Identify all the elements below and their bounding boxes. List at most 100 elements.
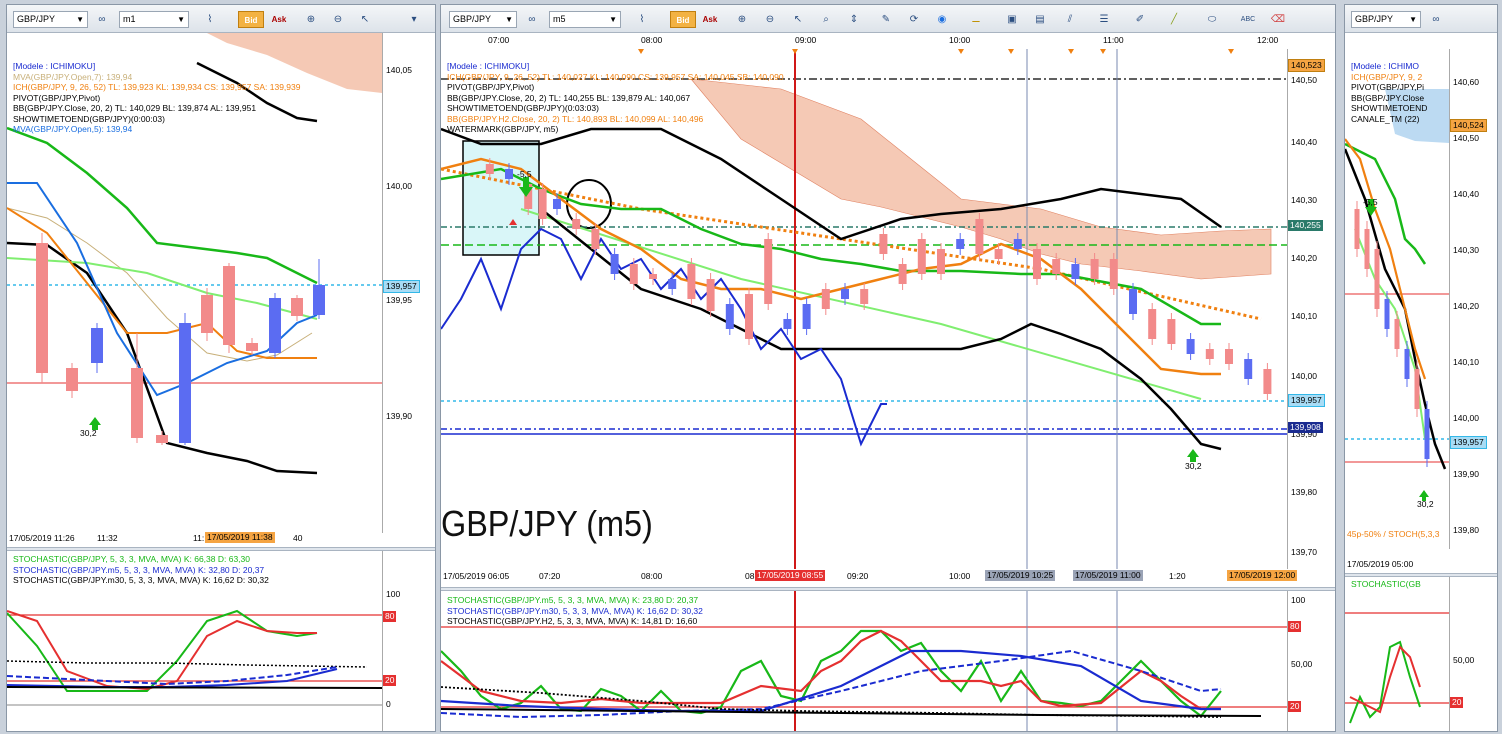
bid-button[interactable]: Bid	[670, 11, 696, 28]
candle-body	[1374, 249, 1380, 309]
chart-type-icon[interactable]: ⌇	[201, 11, 219, 28]
y-label: 100	[386, 589, 401, 599]
stochastic-axis: 50,00 20	[1449, 577, 1497, 731]
legend-pivot: PIVOT(GBP/JPY,Pivot)	[13, 92, 101, 103]
candle-body	[668, 279, 677, 289]
candle-body	[1263, 369, 1272, 394]
ask-button[interactable]: Ask	[268, 11, 290, 28]
image-icon[interactable]: ▣	[1003, 11, 1021, 28]
text-icon[interactable]: ABC	[1239, 11, 1257, 28]
candle-body	[313, 285, 325, 315]
symbol-value: GBP/JPY	[17, 14, 56, 24]
symbol-select[interactable]: GBP/JPY ▼	[1351, 11, 1421, 28]
x-label: 09:00	[795, 35, 817, 45]
edit-icon[interactable]: ✎	[877, 11, 895, 28]
y-label: 140,10	[1453, 357, 1479, 367]
pen-icon[interactable]: ✐	[1131, 11, 1149, 28]
candle-body	[1071, 264, 1080, 279]
y-label: 140,50	[1291, 75, 1317, 85]
timeframe-select[interactable]: m5 ▼	[549, 11, 621, 28]
candle-body	[179, 323, 191, 443]
legend-mva5: MVA(GBP/JPY.Open,5): 139,94	[13, 124, 133, 134]
main-toolbar: GBP/JPY ▼ ∞ m5 ▼ ⌇ Bid Ask ⊕ ⊖ ↖ ⌕ ⇕ ✎ ⟳ ◉…	[441, 5, 1335, 33]
link-icon[interactable]: ∞	[523, 11, 541, 28]
stoch-overlay-line	[441, 227, 887, 447]
legend-timetoend: SHOWTIMETOEND(GBP/JPY)(0:03:03)	[447, 103, 599, 113]
stoch-legend-m5: STOCHASTIC(GBP/JPY.m5, 5, 3, 3, MVA, MVA…	[13, 564, 265, 575]
link-icon[interactable]: ∞	[93, 11, 111, 28]
legend-timetoend: SHOWTIMETOEND	[1351, 103, 1428, 113]
candle-body	[860, 289, 869, 304]
legend-bb-h2: BB(GBP/JPY.H2.Close, 20, 2) TL: 140,893 …	[447, 113, 704, 124]
chevron-down-icon: ▼	[1409, 15, 1417, 24]
candle-body	[898, 264, 907, 284]
time-axis: 17/05/2019 11:26 11:32 11: 17/05/2019 11…	[7, 532, 435, 547]
zoom-out-icon[interactable]: ⊖	[761, 11, 779, 28]
zoom-in-icon[interactable]: ⊕	[733, 11, 751, 28]
bid-button[interactable]: Bid	[238, 11, 264, 28]
time-marker-icon	[638, 49, 644, 54]
candle-body	[553, 199, 561, 209]
y-label: 140,60	[1453, 77, 1479, 87]
price-chart[interactable]: [Modele : ICHIMOKU] ICH(GBP/JPY, 9, 26, …	[441, 49, 1287, 569]
candle-body	[821, 289, 830, 309]
ask-button[interactable]: Ask	[699, 11, 721, 28]
right-chart-window: GBP/JPY ▼ ∞ [Modele : ICHIMO ICH(GBP/JPY,…	[1344, 4, 1498, 732]
legend-bb: BB(GBP/JPY.Close	[1351, 92, 1425, 103]
stochastic-pane[interactable]: STOCHASTIC(GBP/JPY, 5, 3, 3, MVA, MVA) K…	[7, 551, 383, 731]
stoch-legend-m30: STOCHASTIC(GBP/JPY.m30, 5, 3, 3, MVA, MV…	[13, 575, 269, 585]
cursor-icon[interactable]: ↖	[789, 11, 807, 28]
cursor-icon[interactable]: ↖	[356, 11, 374, 28]
time-marker-icon	[1228, 49, 1234, 54]
candle-body	[131, 368, 143, 438]
candle-body	[1205, 349, 1214, 359]
x-time-tag: 17/05/2019 11:38	[205, 532, 275, 543]
candle-body	[917, 239, 926, 274]
price-chart[interactable]: [Modele : ICHIMOKU] MVA(GBP/JPY.Open,7):…	[7, 33, 382, 533]
candle-body	[725, 304, 734, 329]
candle-body	[572, 219, 581, 229]
stochastic-pane[interactable]: STOCHASTIC(GBP/JPY.m5, 5, 3, 3, MVA, MVA…	[441, 591, 1287, 731]
trendline-icon[interactable]: ╱	[1165, 11, 1183, 28]
legend-pivot: PIVOT(GBP/JPY,Pi	[1351, 82, 1425, 92]
y-label: 139,90	[1453, 469, 1479, 479]
legend-canale: CANALE_TM (22)	[1351, 113, 1420, 124]
timeframe-select[interactable]: m1 ▼	[119, 11, 189, 28]
magnifier-icon[interactable]: ⌕	[817, 11, 835, 28]
y-label: 140,50	[1453, 133, 1479, 143]
chart-type-icon[interactable]: ⌇	[633, 11, 651, 28]
top-time-axis: 07:00 08:00 09:00 10:00 11:00 12:00	[441, 35, 1281, 49]
stoch-k-line	[1349, 640, 1421, 724]
y-tag-20: 20	[383, 675, 397, 686]
price-chart[interactable]: [Modele : ICHIMO ICH(GBP/JPY, 9, 2 PIVOT…	[1345, 49, 1449, 549]
lines-icon[interactable]: ☰	[1095, 11, 1113, 28]
chevron-down-icon: ▼	[505, 15, 513, 24]
candle-body	[745, 294, 753, 339]
refresh-icon[interactable]: ⟳	[905, 11, 923, 28]
zoom-out-icon[interactable]: ⊖	[329, 11, 347, 28]
y-label: 140,00	[1291, 371, 1317, 381]
fibonacci-icon[interactable]: ⫽	[1061, 11, 1079, 28]
more-icon[interactable]: ▾	[405, 11, 423, 28]
indicator-legend: [Modele : ICHIMOKU] ICH(GBP/JPY, 9, 26, …	[447, 61, 784, 135]
candle-body	[706, 279, 715, 311]
globe-icon[interactable]: ◉	[933, 11, 951, 28]
ellipse-icon[interactable]: ⬭	[1203, 11, 1221, 28]
candle-body	[1090, 259, 1099, 279]
price-axis: 140,50 140,40 140,30 140,20 140,10 140,0…	[1287, 49, 1335, 569]
y-label: 139,90	[386, 411, 412, 421]
eraser-icon[interactable]: ⌫	[1269, 11, 1287, 28]
link-icon[interactable]: ∞	[1427, 11, 1445, 28]
symbol-select[interactable]: GBP/JPY ▼	[449, 11, 517, 28]
y-label: 140,40	[1291, 137, 1317, 147]
stochastic-pane[interactable]: STOCHASTIC(GB	[1345, 577, 1449, 731]
legend-model: [Modele : ICHIMO	[1351, 61, 1420, 71]
zoom-in-icon[interactable]: ⊕	[302, 11, 320, 28]
fit-icon[interactable]: ⇕	[845, 11, 863, 28]
price-tag: 139,957	[383, 280, 420, 293]
ruler-icon[interactable]: ⚊	[967, 11, 985, 28]
candle-body	[1384, 299, 1390, 329]
layout-icon[interactable]: ▤	[1031, 11, 1049, 28]
x-label: 09:20	[847, 571, 869, 581]
symbol-select[interactable]: GBP/JPY ▼	[13, 11, 88, 28]
